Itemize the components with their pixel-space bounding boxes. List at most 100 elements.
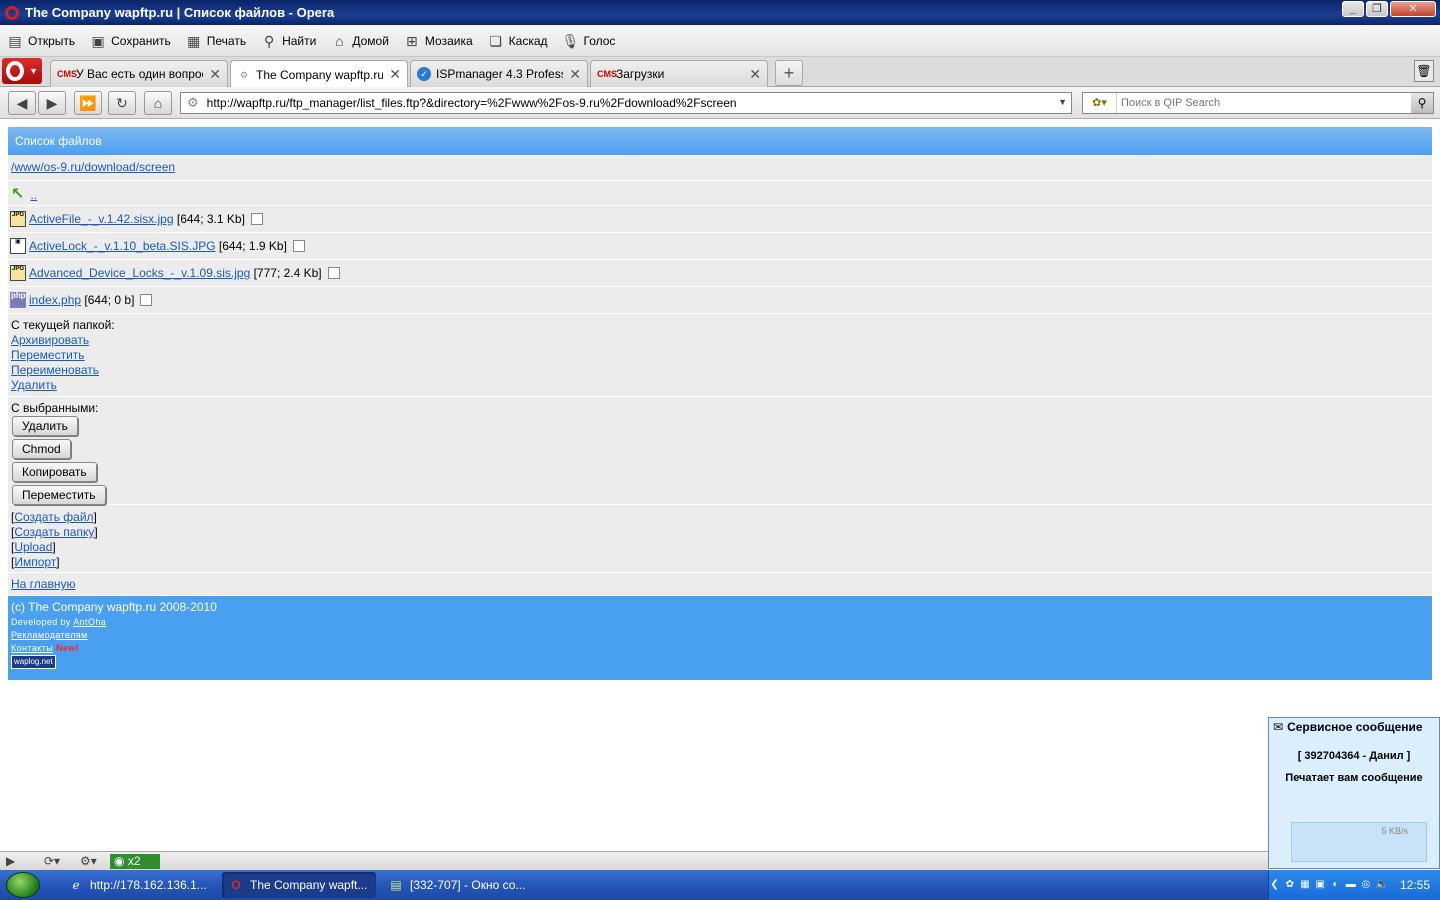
turbo-badge[interactable]: ◉ x2 (110, 854, 160, 869)
tab-question[interactable]: CMS У Вас есть один вопрос... ✕ (50, 60, 228, 87)
create-file-link[interactable]: Создать файл (14, 510, 93, 524)
task-chat[interactable]: ▤ [332-707] - Окно со... (382, 872, 536, 898)
speed-text: 5 KB/s (1381, 826, 1408, 836)
trash-can-icon[interactable]: 🗑 (1414, 60, 1434, 82)
chmod-button[interactable]: Chmod (12, 439, 71, 459)
reload-button[interactable]: ↻ (108, 91, 136, 115)
home-toolbar-button[interactable]: ⌂ Домой (330, 32, 389, 50)
sync-icon[interactable]: ⟳▾ (44, 854, 60, 869)
file-row: JPG ActiveFile_-_v.1.42.sisx.jpg [644; 3… (8, 206, 1432, 233)
archive-link[interactable]: Архивировать (11, 333, 89, 347)
save-button[interactable]: ▣ Сохранить (89, 32, 171, 50)
fast-forward-icon: ⏩ (79, 95, 97, 111)
open-button[interactable]: ▤ Открыть (6, 32, 75, 50)
up-row: ↖.. (8, 181, 1432, 206)
current-path-link[interactable]: /www/os-9.ru/download/screen (11, 160, 175, 174)
file-link[interactable]: ActiveFile_-_v.1.42.sisx.jpg (29, 212, 174, 226)
create-folder-link[interactable]: Создать папку (14, 525, 94, 539)
file-row: JPG Advanced_Device_Locks_-_v.1.09.sis.j… (8, 260, 1432, 287)
window-controls: _ ❐ ✕ (1342, 1, 1436, 17)
home-icon: ⌂ (335, 32, 344, 49)
opera-logo-icon (5, 5, 19, 20)
home-link[interactable]: На главную (11, 577, 75, 591)
file-link[interactable]: ActiveLock_-_v.1.10_beta.SIS.JPG (29, 239, 216, 253)
developer-link[interactable]: AntOha (73, 617, 106, 627)
move-folder-link[interactable]: Переместить (11, 348, 85, 362)
monitor-icon[interactable]: ▣ (1315, 878, 1326, 892)
file-checkbox[interactable] (327, 267, 340, 279)
print-button[interactable]: ▦ Печать (185, 32, 246, 50)
new-tab-button[interactable]: + (775, 60, 803, 86)
search-engine-selector[interactable]: ✿▾ (1083, 93, 1117, 113)
contacts-link[interactable]: Контакты (11, 643, 53, 653)
cascade-button[interactable]: ❏ Каскад (487, 32, 547, 50)
home-nav-button[interactable]: ⌂ (144, 91, 172, 115)
rename-link[interactable]: Переименовать (11, 363, 99, 377)
delete-selected-button[interactable]: Удалить (12, 416, 78, 436)
task-opera[interactable]: O The Company wapft... (222, 872, 376, 898)
task-label: [332-707] - Окно со... (410, 878, 526, 892)
ie-icon: ℯ (72, 878, 80, 892)
task-ie[interactable]: ℯ http://178.162.136.1... (62, 872, 216, 898)
new-badge: New! (55, 643, 80, 653)
navigation-bar: ◀ ▶ ⏩ ↻ ⌂ ⚙ http://wapftp.ru/ftp_manager… (0, 87, 1440, 119)
file-link[interactable]: Advanced_Device_Locks_-_v.1.09.sis.jpg (29, 266, 250, 280)
delete-folder-link[interactable]: Удалить (11, 378, 57, 392)
chevron-left-icon[interactable]: ❮ (1269, 878, 1280, 892)
chevron-down-icon[interactable]: ▼ (1058, 97, 1067, 107)
file-link[interactable]: index.php (29, 293, 81, 307)
close-window-button[interactable]: ✕ (1390, 1, 1436, 17)
arrow-left-icon: ◀ (16, 95, 28, 111)
unite-icon[interactable]: ⚙▾ (80, 854, 97, 869)
volume-icon[interactable]: 🔈 (1376, 878, 1388, 892)
tile-label: Мозаика (424, 33, 473, 48)
copy-button[interactable]: Копировать (12, 462, 97, 482)
file-meta: [644; 1.9 Kb] (218, 239, 287, 253)
forward-button[interactable]: ▶ (38, 91, 66, 115)
file-checkbox[interactable] (292, 240, 305, 252)
find-button[interactable]: ⚲ Найти (260, 32, 316, 50)
open-folder-icon: ▤ (8, 32, 22, 49)
tab-label: The Company wapftp.ru... (256, 67, 384, 82)
minimize-button[interactable]: _ (1342, 1, 1364, 17)
reload-icon: ↻ (116, 95, 128, 111)
tab-ispmanager[interactable]: ✓ ISPmanager 4.3 Professi... ✕ (410, 60, 588, 87)
network-icon[interactable]: ▦ (1299, 878, 1310, 892)
advertisers-link[interactable]: Рекламодателям (11, 630, 88, 640)
folder-actions: С текущей папкой: Архивировать Перемести… (8, 314, 1432, 397)
import-link[interactable]: Импорт (14, 555, 56, 569)
opera-menu-button[interactable]: ▼ (2, 58, 42, 84)
tab-close-icon[interactable]: ✕ (749, 66, 761, 83)
file-checkbox[interactable] (250, 213, 263, 225)
search-button[interactable]: ⚲ (1411, 93, 1433, 113)
tab-downloads[interactable]: CMS Загрузки ✕ (590, 60, 768, 87)
address-field[interactable]: ⚙ http://wapftp.ru/ftp_manager/list_file… (180, 92, 1072, 114)
tab-close-icon[interactable]: ✕ (389, 66, 401, 83)
search-input[interactable] (1117, 97, 1411, 109)
status-bar: ▶ ⟳▾ ⚙▾ ◉ x2 (0, 851, 1268, 870)
waplog-badge[interactable]: waplog.net (11, 655, 56, 669)
security-icon[interactable]: ◎ (1360, 878, 1371, 892)
tile-button[interactable]: ⊞ Мозаика (403, 32, 473, 50)
restore-button[interactable]: ❐ (1366, 1, 1388, 17)
tab-close-icon[interactable]: ✕ (209, 66, 221, 83)
panel-toggle-icon[interactable]: ▶ (6, 854, 15, 869)
fast-forward-button[interactable]: ⏩ (74, 91, 102, 115)
upload-link[interactable]: Upload (14, 540, 52, 554)
update-icon[interactable]: ◐ (1330, 878, 1341, 892)
up-link[interactable]: .. (30, 188, 37, 202)
qip-tray-icon[interactable]: ✿ (1284, 878, 1295, 892)
tab-label: У Вас есть один вопрос... (76, 67, 203, 81)
back-button[interactable]: ◀ (8, 91, 36, 115)
chat-window-icon: ▤ (390, 878, 402, 892)
file-checkbox[interactable] (140, 294, 153, 306)
opera-icon: O (231, 878, 241, 892)
tab-wapftp[interactable]: ⚙ The Company wapftp.ru... ✕ (230, 60, 408, 88)
arrow-right-icon: ▶ (46, 95, 58, 111)
start-button[interactable] (0, 870, 44, 900)
move-selected-button[interactable]: Переместить (12, 485, 106, 505)
voice-button[interactable]: 🎙 Голос (562, 32, 616, 50)
language-icon[interactable]: ▬ (1345, 878, 1356, 892)
tab-close-icon[interactable]: ✕ (569, 66, 581, 83)
tab-bar: ▼ CMS У Вас есть один вопрос... ✕ ⚙ The … (0, 57, 1440, 88)
